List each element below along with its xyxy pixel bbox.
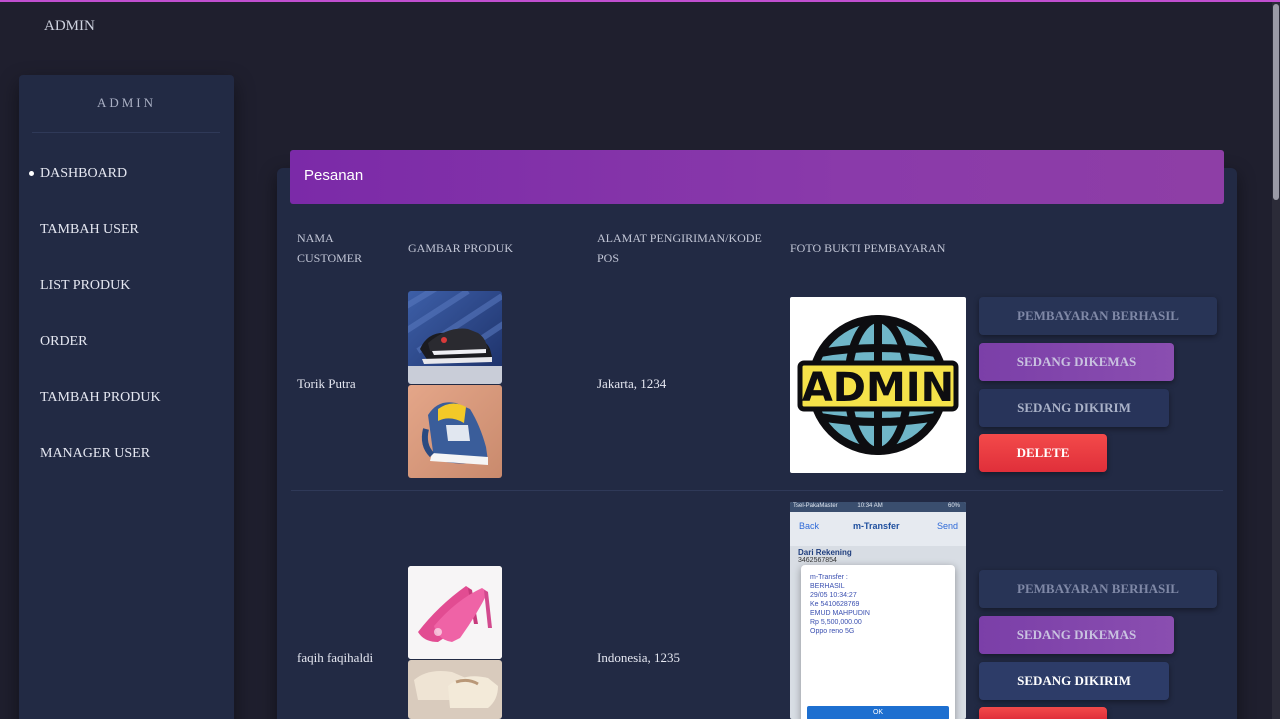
packing-button[interactable]: SEDANG DIKEMAS — [979, 616, 1174, 654]
sidebar-item-manager-user[interactable]: MANAGER USER — [40, 444, 150, 464]
sidebar-brand: ADMIN — [96, 95, 157, 110]
sidebar-item-label: MANAGER USER — [40, 446, 151, 461]
product-image-sneaker-black — [408, 291, 502, 384]
header-address: ALAMAT PENGIRIMAN/KODE POS — [597, 231, 762, 265]
customer-name: Torik Putra — [297, 376, 356, 391]
payment-success-button[interactable]: PEMBAYARAN BERHASIL — [979, 570, 1217, 608]
sidebar-item-tambah-produk[interactable]: TAMBAH PRODUK — [40, 388, 161, 408]
card-title: Pesanan — [304, 167, 364, 184]
status-time: 10:34 AM — [857, 503, 883, 509]
receipt-line: 29/05 10:34:27 — [810, 592, 857, 599]
payment-proof-receipt: Tsel-PakaMaster 10:34 AM 60% Back m-Tran… — [790, 502, 966, 719]
receipt-ok-button: OK — [807, 706, 949, 719]
payment-success-button[interactable]: PEMBAYARAN BERHASIL — [979, 297, 1217, 335]
receipt-line: Oppo reno 5G — [810, 628, 855, 635]
shipping-address: Indonesia, 1235 — [597, 650, 681, 665]
receipt-account: 3462567854 — [798, 557, 837, 564]
active-bullet-icon — [29, 171, 34, 176]
header-product-image: GAMBAR PRODUK — [408, 241, 514, 255]
product-image-pink-heels — [408, 566, 502, 659]
sidebar-item-label: TAMBAH PRODUK — [40, 390, 161, 405]
status-carrier: Tsel-PakaMaster — [793, 503, 838, 509]
delete-button[interactable] — [979, 707, 1107, 719]
sidebar-item-list-produk[interactable]: LIST PRODUK — [40, 276, 130, 296]
proof-logo-text: ADMIN — [802, 365, 954, 411]
shipping-button[interactable]: SEDANG DIKIRIM — [979, 662, 1169, 700]
payment-proof-image: ADMIN — [790, 297, 966, 473]
receipt-back: Back — [799, 521, 820, 531]
receipt-from-label: Dari Rekening — [798, 548, 852, 557]
card-header: Pesanan — [290, 150, 1224, 204]
sidebar-divider — [32, 132, 220, 133]
delete-button[interactable]: DELETE — [979, 434, 1107, 472]
receipt-line: Rp 5,500,000.00 — [810, 619, 862, 626]
header-customer: NAMA CUSTOMER — [297, 231, 363, 265]
receipt-send: Send — [936, 521, 958, 531]
receipt-details: m-Transfer : BERHASIL 29/05 10:34:27 Ke … — [810, 573, 870, 636]
receipt-title: m-Transfer — [853, 521, 900, 531]
receipt-status-bar: Tsel-PakaMaster 10:34 AM 60% — [790, 502, 966, 512]
sidebar-item-label: DASHBOARD — [40, 166, 128, 181]
receipt-line: Ke 5410628769 — [810, 601, 860, 608]
product-image-sneaker-yellow — [408, 385, 502, 478]
sidebar-item-dashboard[interactable]: DASHBOARD — [29, 164, 128, 184]
top-accent-bar — [0, 0, 1280, 2]
receipt-dialog: m-Transfer : BERHASIL 29/05 10:34:27 Ke … — [801, 565, 955, 719]
topbar-title: ADMIN — [44, 18, 95, 34]
product-image-beige-shoes — [408, 660, 502, 719]
receipt-line: m-Transfer : — [810, 574, 848, 581]
customer-name: faqih faqihaldi — [297, 650, 374, 665]
sidebar-item-label: ORDER — [40, 334, 88, 349]
sidebar-item-order[interactable]: ORDER — [40, 332, 87, 352]
status-battery: 60% — [947, 503, 960, 509]
row-divider — [291, 490, 1223, 491]
page-scrollbar-thumb[interactable] — [1273, 4, 1279, 200]
receipt-line: BERHASIL — [810, 583, 845, 590]
sidebar-item-label: TAMBAH USER — [40, 222, 139, 237]
shipping-button[interactable]: SEDANG DIKIRIM — [979, 389, 1169, 427]
sidebar-item-label: LIST PRODUK — [40, 278, 131, 293]
sidebar-item-tambah-user[interactable]: TAMBAH USER — [40, 220, 139, 240]
shipping-address: Jakarta, 1234 — [597, 376, 667, 391]
receipt-line: EMUD MAHPUDIN — [810, 610, 870, 617]
packing-button[interactable]: SEDANG DIKEMAS — [979, 343, 1174, 381]
header-payment-proof: FOTO BUKTI PEMBAYARAN — [790, 241, 946, 255]
receipt-navbar: Back m-Transfer Send — [790, 512, 966, 546]
sidebar: ADMIN DASHBOARD TAMBAH USER LIST PRODUK … — [19, 75, 234, 719]
